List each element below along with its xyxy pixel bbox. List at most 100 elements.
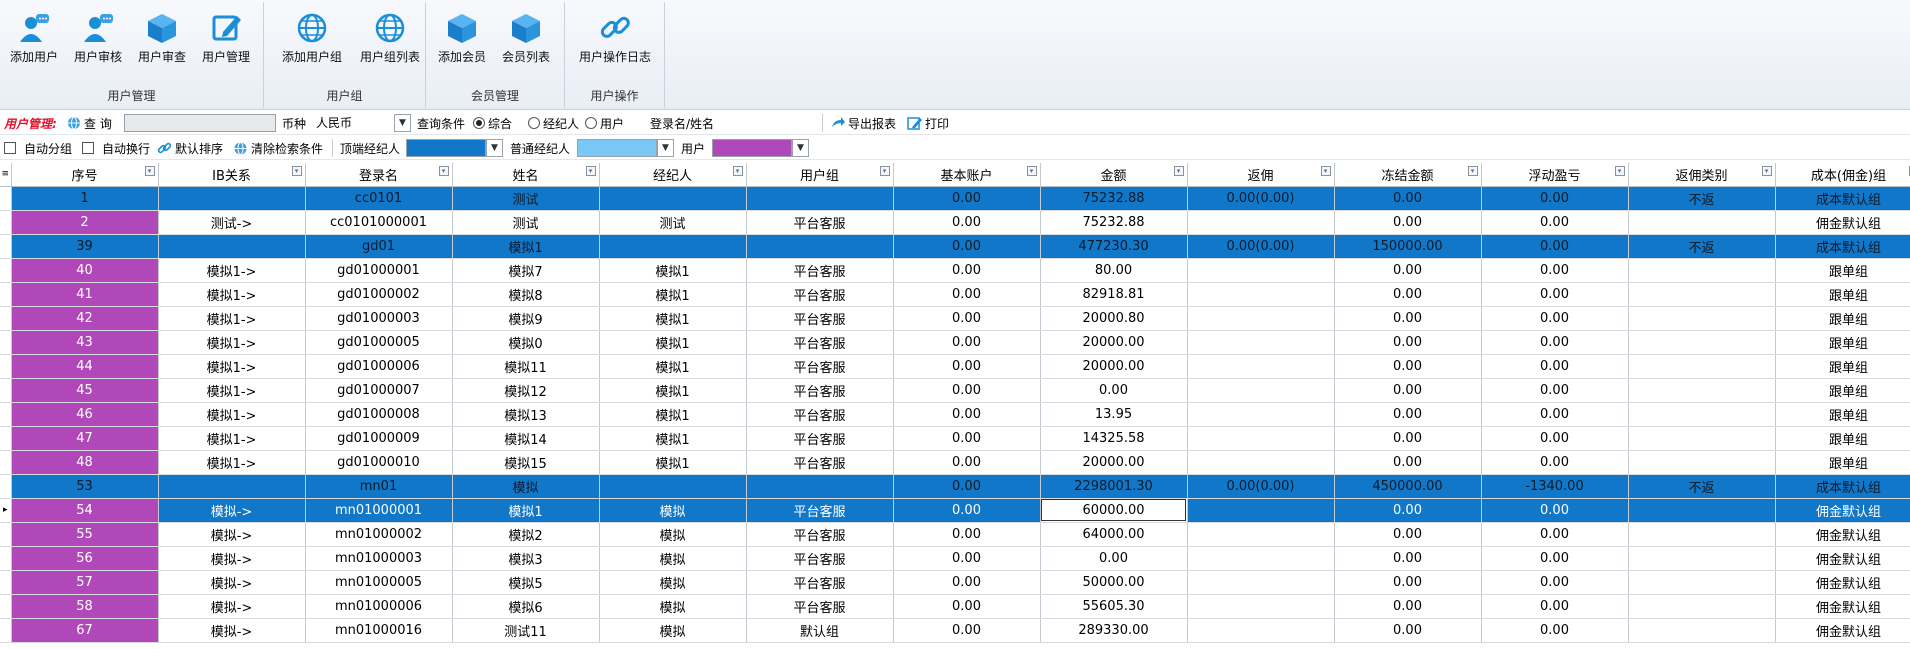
table-cell[interactable]: gd01000007: [305, 378, 453, 403]
table-cell[interactable]: 0.00: [1481, 570, 1629, 595]
table-cell[interactable]: 模拟->: [158, 570, 306, 595]
table-cell[interactable]: 模拟1->: [158, 378, 306, 403]
table-cell[interactable]: 模拟6: [452, 594, 600, 619]
table-cell[interactable]: 0.00: [893, 522, 1041, 547]
table-cell[interactable]: mn01000005: [305, 570, 453, 595]
table-cell[interactable]: 模拟7: [452, 258, 600, 283]
table-cell[interactable]: 平台客服: [746, 594, 894, 619]
table-cell[interactable]: 0.00: [1481, 258, 1629, 283]
table-row[interactable]: 43 模拟1-> gd01000005 模拟0 模拟1 平台客服 0.00 20000.00 0…: [0, 330, 1910, 355]
table-cell[interactable]: 模拟12: [452, 378, 600, 403]
table-cell[interactable]: 佣金默认组: [1775, 210, 1910, 235]
table-row[interactable]: 58 模拟-> mn01000006 模拟6 模拟 平台客服 0.00 55605.30 0.0…: [0, 594, 1910, 619]
row-indicator-header[interactable]: ≡: [0, 163, 12, 187]
table-cell[interactable]: 佣金默认组: [1775, 594, 1910, 619]
table-cell[interactable]: [1628, 282, 1776, 307]
query-button[interactable]: 查 询: [67, 111, 112, 135]
table-cell[interactable]: 0.00: [1481, 378, 1629, 403]
table-cell[interactable]: 模拟14: [452, 426, 600, 451]
table-cell[interactable]: 0.00(0.00): [1187, 186, 1335, 211]
table-cell[interactable]: 0.00: [1481, 354, 1629, 379]
table-cell[interactable]: 模拟1: [599, 306, 747, 331]
table-cell[interactable]: 0.00: [893, 258, 1041, 283]
table-cell[interactable]: [1628, 618, 1776, 643]
table-row[interactable]: 56 模拟-> mn01000003 模拟3 模拟 平台客服 0.00 0.00 0.00 0.0…: [0, 546, 1910, 571]
row-indicator[interactable]: [0, 258, 12, 283]
table-cell[interactable]: [158, 474, 306, 499]
table-cell[interactable]: gd01000009: [305, 426, 453, 451]
table-cell[interactable]: 0.00: [1334, 306, 1482, 331]
table-row[interactable]: 40 模拟1-> gd01000001 模拟7 模拟1 平台客服 0.00 80.00 0.00…: [0, 258, 1910, 283]
table-row[interactable]: 48 模拟1-> gd01000010 模拟15 模拟1 平台客服 0.00 20000.00…: [0, 450, 1910, 475]
table-row[interactable]: 47 模拟1-> gd01000009 模拟14 模拟1 平台客服 0.00 14325.58…: [0, 426, 1910, 451]
column-header[interactable]: 冻结金额 ▾: [1334, 163, 1482, 187]
table-cell[interactable]: 0.00: [1334, 570, 1482, 595]
table-cell[interactable]: [1628, 306, 1776, 331]
table-cell[interactable]: 平台客服: [746, 402, 894, 427]
table-cell[interactable]: 20000.00: [1040, 354, 1188, 379]
column-header[interactable]: 金额 ▾: [1040, 163, 1188, 187]
table-cell[interactable]: [158, 186, 306, 211]
table-cell[interactable]: gd01000006: [305, 354, 453, 379]
filter-icon[interactable]: ▾: [438, 166, 449, 176]
table-cell[interactable]: 模拟3: [452, 546, 600, 571]
table-cell[interactable]: 佣金默认组: [1775, 498, 1910, 523]
table-cell[interactable]: [1628, 522, 1776, 547]
table-cell[interactable]: 60000.00: [1040, 498, 1188, 523]
column-header[interactable]: 基本账户 ▾: [893, 163, 1041, 187]
table-cell[interactable]: 模拟1: [599, 330, 747, 355]
table-cell[interactable]: 57: [11, 570, 159, 595]
table-cell[interactable]: 45: [11, 378, 159, 403]
table-cell[interactable]: mn01000016: [305, 618, 453, 643]
table-cell[interactable]: 跟单组: [1775, 354, 1910, 379]
table-cell[interactable]: [1628, 546, 1776, 571]
table-cell[interactable]: 跟单组: [1775, 450, 1910, 475]
row-indicator[interactable]: [0, 354, 12, 379]
table-cell[interactable]: 模拟: [599, 618, 747, 643]
row-indicator[interactable]: [0, 570, 12, 595]
table-cell[interactable]: 模拟1->: [158, 258, 306, 283]
table-cell[interactable]: 0.00: [1334, 522, 1482, 547]
table-cell[interactable]: 模拟: [599, 498, 747, 523]
column-header[interactable]: 用户组 ▾: [746, 163, 894, 187]
table-cell[interactable]: 佣金默认组: [1775, 618, 1910, 643]
table-cell[interactable]: 0.00: [1334, 426, 1482, 451]
top-broker-color-picker[interactable]: ▼: [406, 136, 503, 160]
table-cell[interactable]: 模拟->: [158, 546, 306, 571]
add-member-button[interactable]: 添加会员: [430, 6, 494, 72]
table-cell[interactable]: [1628, 594, 1776, 619]
table-cell[interactable]: [1187, 306, 1335, 331]
table-cell[interactable]: gd01000002: [305, 282, 453, 307]
row-indicator[interactable]: [0, 522, 12, 547]
table-cell[interactable]: 0.00: [893, 402, 1041, 427]
table-cell[interactable]: 测试11: [452, 618, 600, 643]
table-row[interactable]: 45 模拟1-> gd01000007 模拟12 模拟1 平台客服 0.00 0.00 0.00…: [0, 378, 1910, 403]
table-cell[interactable]: 0.00: [1334, 546, 1482, 571]
table-cell[interactable]: mn01000001: [305, 498, 453, 523]
table-cell[interactable]: 0.00: [1481, 498, 1629, 523]
filter-icon[interactable]: ▾: [1614, 166, 1625, 176]
table-cell[interactable]: 55: [11, 522, 159, 547]
table-cell[interactable]: 不返: [1628, 474, 1776, 499]
table-row[interactable]: 42 模拟1-> gd01000003 模拟9 模拟1 平台客服 0.00 20000.80 0…: [0, 306, 1910, 331]
table-cell[interactable]: 67: [11, 618, 159, 643]
table-cell[interactable]: 0.00: [893, 594, 1041, 619]
table-cell[interactable]: [1628, 354, 1776, 379]
table-cell[interactable]: [1628, 378, 1776, 403]
table-cell[interactable]: 平台客服: [746, 450, 894, 475]
table-cell[interactable]: 0.00: [1040, 378, 1188, 403]
table-cell[interactable]: 42: [11, 306, 159, 331]
table-cell[interactable]: 0.00: [1481, 594, 1629, 619]
table-cell[interactable]: 佣金默认组: [1775, 522, 1910, 547]
table-cell[interactable]: 0.00: [893, 234, 1041, 259]
table-cell[interactable]: 模拟1: [599, 282, 747, 307]
table-cell[interactable]: 0.00: [893, 450, 1041, 475]
table-cell[interactable]: 跟单组: [1775, 306, 1910, 331]
table-cell[interactable]: 56: [11, 546, 159, 571]
table-cell[interactable]: 0.00: [1481, 450, 1629, 475]
table-cell[interactable]: 成本默认组: [1775, 186, 1910, 211]
filter-icon[interactable]: ▾: [585, 166, 596, 176]
table-cell[interactable]: 0.00: [893, 186, 1041, 211]
table-cell[interactable]: [1628, 450, 1776, 475]
table-cell[interactable]: 佣金默认组: [1775, 546, 1910, 571]
